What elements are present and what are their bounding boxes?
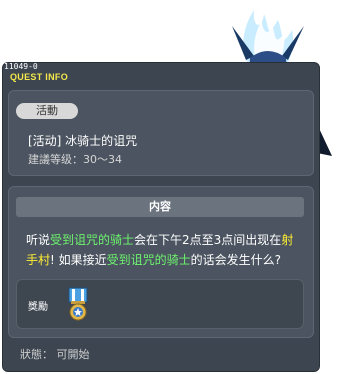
desc-text-2: 会在下午2点至3点间出现在	[134, 233, 282, 247]
desc-text-1: 听说	[26, 233, 51, 247]
desc-text-4: 的话会发生什么?	[190, 253, 282, 267]
reward-label: 獎勵	[28, 302, 48, 313]
desc-text-3: ! 如果接近	[50, 253, 107, 267]
quest-status: 狀態： 可開始	[20, 348, 90, 361]
quest-description: 听说受到诅咒的骑士会在下午2点至3点间出现在射手村! 如果接近受到诅咒的骑士的话…	[26, 230, 298, 270]
medal-icon[interactable]	[66, 287, 90, 323]
reward-box	[16, 279, 304, 329]
recommended-level: 建議等级：30～34	[28, 153, 122, 166]
window-title: QUEST INFO	[10, 72, 69, 82]
content-header: 内容	[16, 197, 304, 217]
npc-link-cursed-knight-2[interactable]: 受到诅咒的骑士	[107, 253, 191, 267]
quest-name: [活动] 冰骑士的诅咒	[28, 134, 138, 148]
category-badge: 活動	[16, 103, 78, 119]
npc-link-cursed-knight[interactable]: 受到诅咒的骑士	[50, 233, 134, 247]
quest-id: 11049-0	[4, 62, 38, 71]
